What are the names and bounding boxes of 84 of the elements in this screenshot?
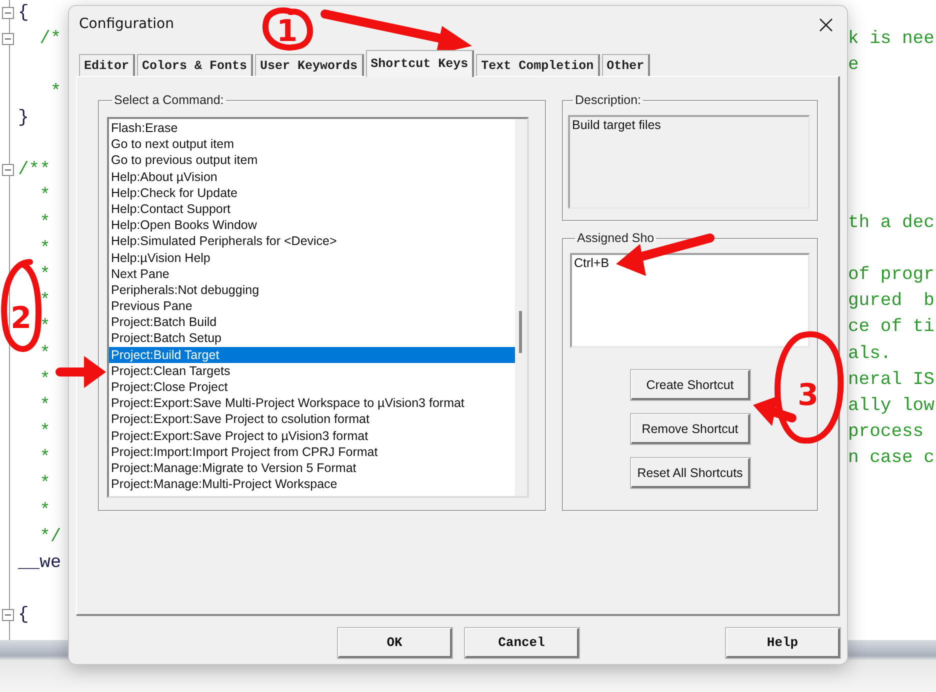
list-item[interactable]: Help:Open Books Window (109, 217, 515, 234)
tab[interactable]: Other (602, 54, 650, 76)
code-text: n case c (848, 448, 934, 468)
list-item[interactable]: Project:Clean Targets (109, 362, 515, 379)
dialog-button[interactable]: Help (726, 628, 840, 658)
shortcut-button[interactable]: Remove Shortcut (631, 414, 750, 444)
dialog-button[interactable]: OK (338, 628, 452, 658)
annotation-number: 1 (276, 14, 298, 49)
code-text: __we (18, 553, 62, 574)
code-text: e (848, 55, 859, 76)
code-text: * (38, 474, 50, 494)
list-item[interactable]: Project:Import:Import Project from CPRJ Format (109, 444, 515, 460)
code-text: of progr (848, 264, 934, 285)
tab[interactable]: User Keywords (255, 54, 364, 76)
group-label: Assigned Sho (576, 231, 656, 245)
scrollbar-thumb[interactable] (519, 311, 522, 353)
list-item[interactable]: Project:Batch Build (109, 314, 515, 330)
close-icon[interactable] (819, 18, 833, 32)
code-text: ce of ti (848, 317, 934, 338)
list-item[interactable]: Project:Manage:Migrate to Version 5 Format (109, 460, 515, 476)
collapse-icon[interactable] (2, 33, 14, 46)
description-text: Build target files (572, 118, 661, 132)
list-item[interactable]: Help:Simulated Peripherals for <Device> (109, 233, 515, 250)
code-text: * (38, 291, 50, 312)
list-item[interactable]: Help:Check for Update (109, 184, 515, 201)
group-label: Description: (574, 93, 642, 107)
code-text: */ (38, 526, 62, 547)
tab[interactable]: Colors & Fonts (137, 54, 254, 76)
list-item[interactable]: Project:Export:Save Project to csolution format (109, 411, 515, 428)
list-item[interactable]: Project:Export:Save Multi-Project Workspace to µVision3 format (109, 395, 515, 412)
shortcut-button[interactable]: Create Shortcut (631, 370, 750, 400)
code-text: * (38, 500, 50, 521)
code-text: /* (38, 29, 62, 50)
code-text: * (38, 264, 50, 285)
list-item[interactable]: Project:Manage:Multi-Project Workspace (109, 476, 515, 492)
collapse-icon[interactable] (2, 164, 14, 176)
tab[interactable]: Text Completion (476, 54, 600, 76)
list-item[interactable]: Go to next output item (109, 136, 515, 152)
collapse-icon[interactable] (2, 609, 14, 622)
dialog-button[interactable]: Cancel (465, 628, 579, 658)
list-item[interactable]: Help:Contact Support (109, 200, 515, 218)
code-text: k is nee (848, 29, 934, 50)
shortcut-button[interactable]: Reset All Shortcuts (631, 458, 750, 488)
code-text: { (18, 605, 29, 626)
list-item[interactable]: Previous Pane (109, 298, 515, 314)
code-text: * (38, 186, 50, 206)
code-text: process (848, 422, 924, 442)
code-text: * (38, 448, 50, 468)
scrollbar[interactable] (515, 119, 527, 496)
list-item[interactable]: Project:Batch Setup (109, 330, 515, 347)
code-text: * (38, 317, 50, 338)
list-item[interactable]: Project:Close Project (109, 379, 515, 396)
code-text: neral IS (848, 370, 934, 390)
tab[interactable]: Shortcut Keys (366, 50, 474, 77)
code-text: als. (848, 344, 892, 364)
annotation-number: 2 (10, 301, 32, 336)
shortcut-list[interactable]: Ctrl+B (570, 253, 810, 348)
list-item[interactable]: Peripherals:Not debugging (109, 282, 515, 298)
list-item[interactable]: Project:Export:Save Project to µVision3 format (109, 428, 515, 444)
code-text: * (38, 344, 50, 364)
code-text: * (49, 82, 62, 102)
code-text: } (18, 108, 29, 128)
code-text: gured b (848, 291, 934, 312)
annotation-number: 3 (798, 378, 818, 413)
code-text: * (38, 396, 50, 416)
code-text: * (38, 212, 50, 233)
list-item[interactable]: Go to previous output item (109, 152, 515, 169)
code-text: * (38, 238, 50, 259)
tab[interactable]: Editor (79, 54, 136, 76)
list-item[interactable]: Flash:Erase (109, 120, 515, 136)
list-item[interactable]: Ctrl+B (574, 256, 806, 270)
code-text: * (38, 370, 50, 390)
code-text: * (38, 422, 50, 442)
list-item[interactable]: Project:Build Target (109, 346, 515, 363)
code-text: { (18, 3, 29, 24)
code-text: th a dec (848, 212, 934, 233)
list-item[interactable]: Help:µVision Help (109, 250, 515, 266)
code-text: ally low (848, 396, 934, 416)
list-item[interactable]: Help:About µVision (109, 168, 515, 185)
group-label: Select a Command: (113, 93, 225, 107)
window-title: Configuration (79, 16, 174, 32)
code-text: /** (18, 160, 50, 180)
collapse-icon[interactable] (2, 7, 14, 20)
list-item[interactable]: Next Pane (109, 266, 515, 282)
